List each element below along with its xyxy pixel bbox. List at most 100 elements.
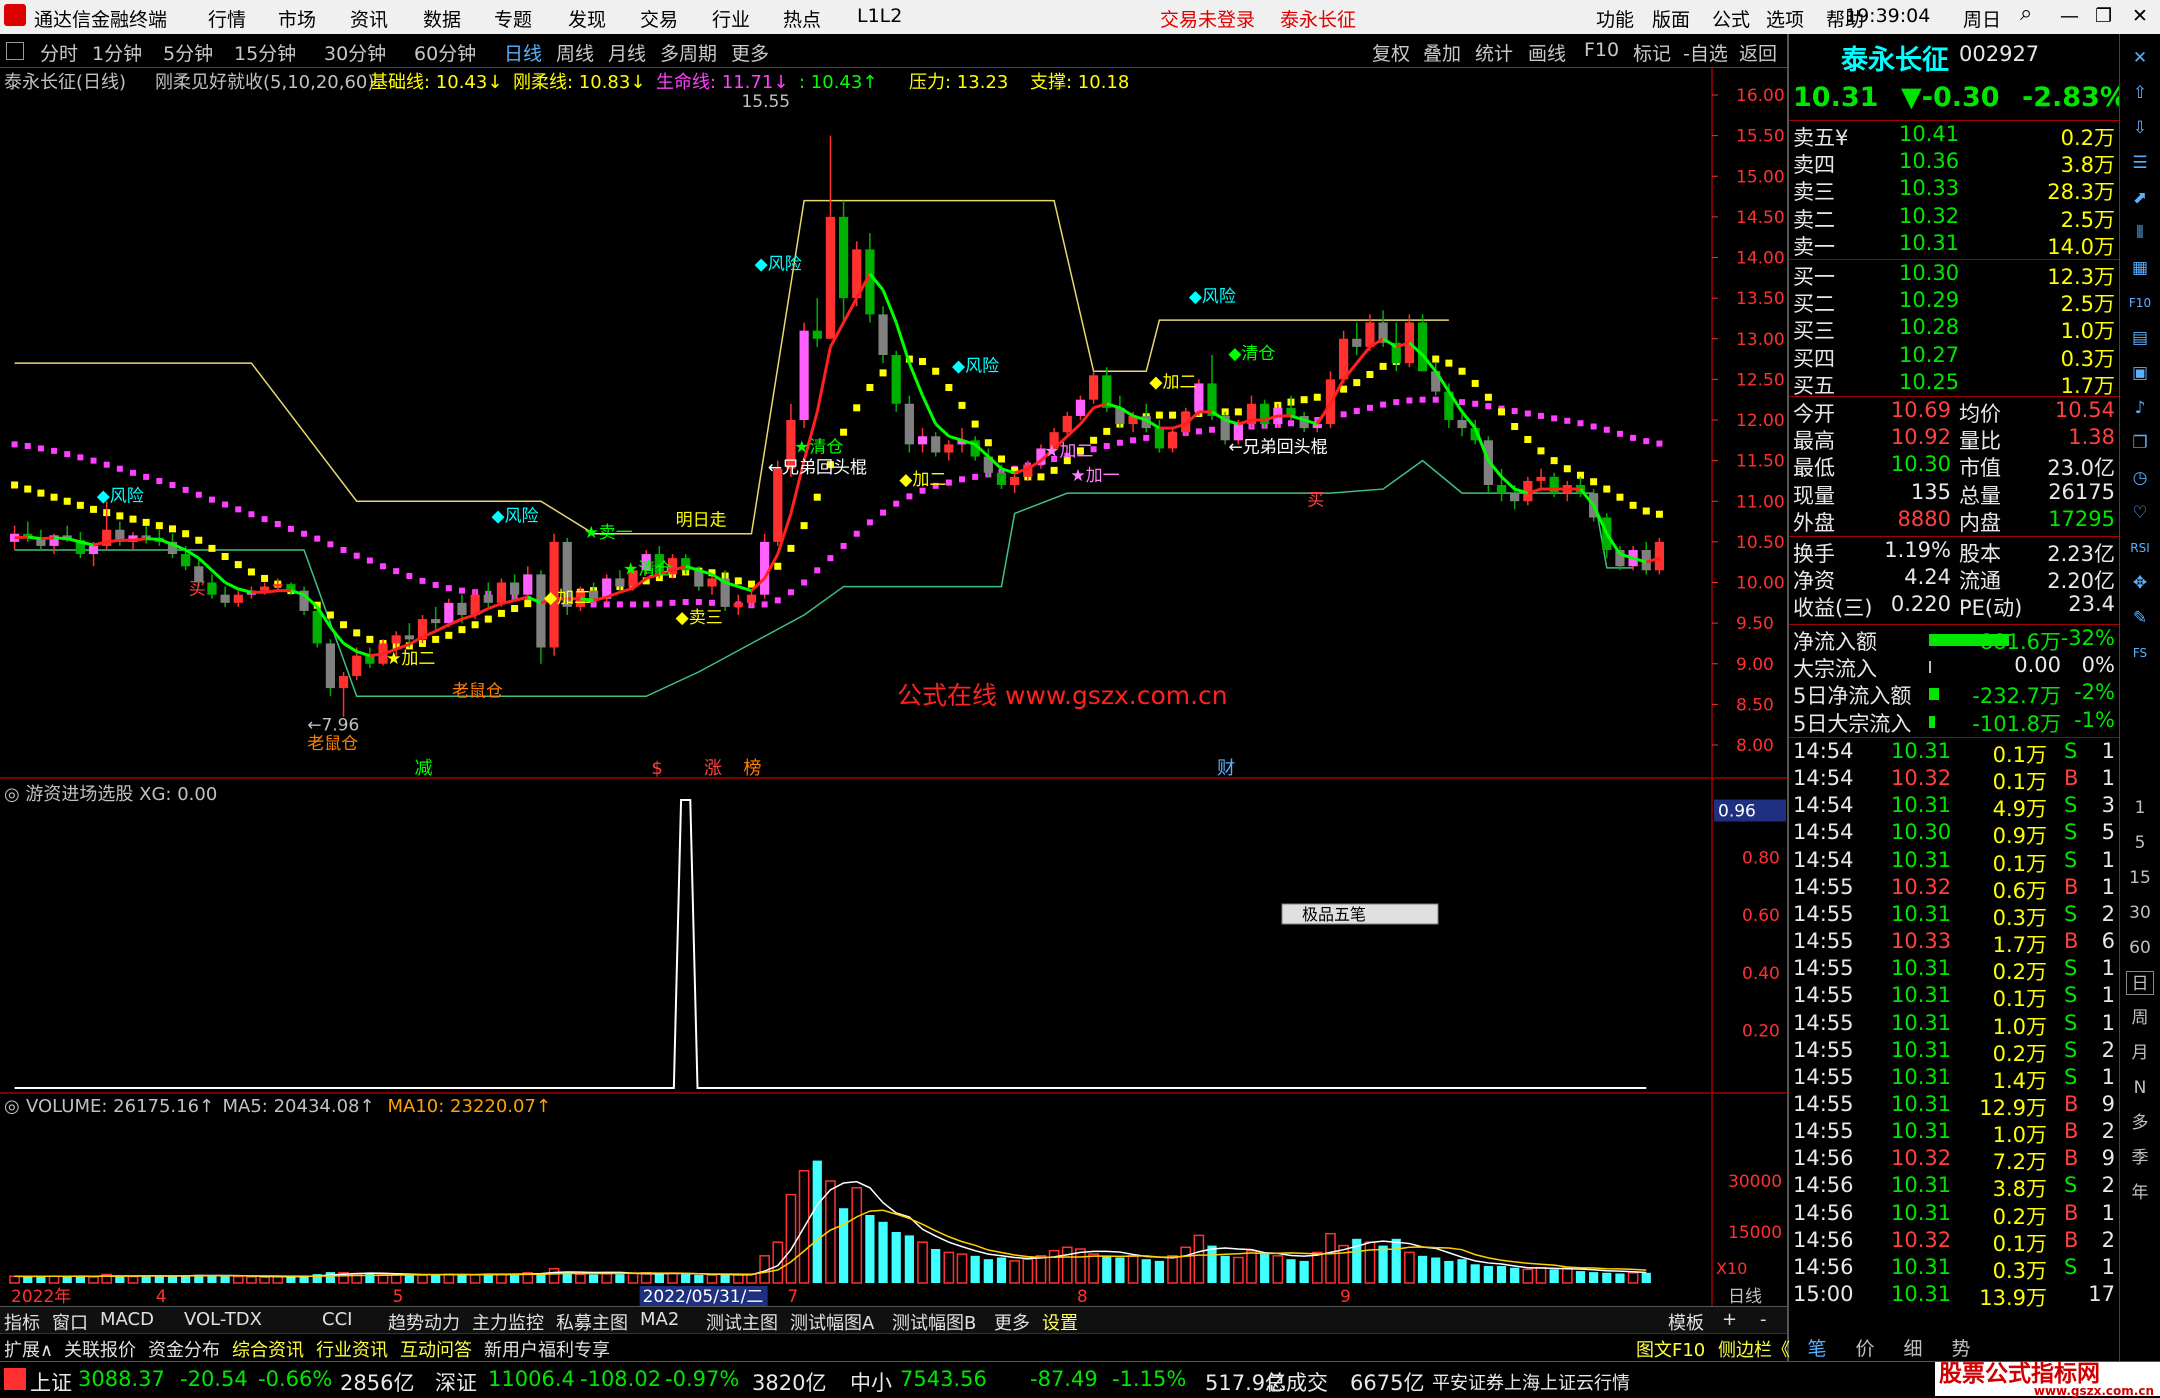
buy-row[interactable]: 买二 10.29 2.5万 — [1789, 288, 2121, 316]
side-period-8[interactable]: N — [2126, 1076, 2154, 1100]
indicator-tab-5[interactable]: 趋势动力 — [388, 1309, 460, 1335]
restore-icon[interactable]: ❐ — [2095, 5, 2112, 27]
info-tab-4[interactable]: 行业资讯 — [316, 1336, 388, 1362]
action-6[interactable]: -自选 — [1683, 39, 1728, 66]
menu-0[interactable]: 行情 — [208, 5, 246, 32]
copy-icon[interactable]: ❐ — [2126, 431, 2154, 455]
event-marker[interactable]: 财 — [1217, 758, 1235, 779]
action-2[interactable]: 统计 — [1475, 39, 1513, 66]
indicator-tab-6[interactable]: 主力监控 — [472, 1309, 544, 1335]
menu-8[interactable]: 热点 — [783, 5, 821, 32]
sz-name[interactable]: 深证 — [435, 1367, 477, 1397]
ime-widget[interactable]: 极品五笔 — [1281, 903, 1439, 925]
menu-5[interactable]: 发现 — [568, 5, 606, 32]
period-tab-8[interactable]: 月线 — [608, 39, 646, 66]
sell-row[interactable]: 卖五¥ 10.41 0.2万 — [1789, 122, 2121, 150]
menu-6[interactable]: 交易 — [640, 5, 678, 32]
buy-row[interactable]: 买四 10.27 0.3万 — [1789, 343, 2121, 371]
login-status[interactable]: 交易未登录 — [1160, 5, 1255, 32]
info-tab-6[interactable]: 新用户福利专享 — [484, 1336, 610, 1362]
zx-name[interactable]: 中小 — [850, 1367, 892, 1397]
buy-row[interactable]: 买一 10.30 12.3万 — [1789, 261, 2121, 289]
indicator-tab-9[interactable]: 测试主图 — [706, 1309, 778, 1335]
sell-row[interactable]: 卖四 10.36 3.8万 — [1789, 149, 2121, 177]
menu-2[interactable]: 资讯 — [350, 5, 388, 32]
pen-icon[interactable]: ✎ — [2126, 606, 2154, 630]
buy-row[interactable]: 买五 10.25 1.7万 — [1789, 370, 2121, 398]
side-period-4[interactable]: 60 — [2126, 936, 2154, 960]
event-marker[interactable]: 减 — [415, 758, 433, 779]
period-tab-3[interactable]: 15分钟 — [234, 39, 296, 66]
bell-icon[interactable]: ♪ — [2126, 396, 2154, 420]
info-tab-3[interactable]: 综合资讯 — [232, 1336, 304, 1362]
event-marker[interactable]: 榜 — [743, 758, 761, 779]
side-period-2[interactable]: 15 — [2126, 866, 2154, 890]
side-period-6[interactable]: 周 — [2126, 1006, 2154, 1030]
chart-icon[interactable]: ⬈ — [2126, 186, 2154, 210]
quote-tab-3[interactable]: 势 — [1939, 1334, 1983, 1360]
indicator-tab-4[interactable]: CCI — [322, 1309, 352, 1330]
info-tab-1[interactable]: 关联报价 — [64, 1336, 136, 1362]
indicator-tab-12[interactable]: 更多 — [994, 1309, 1030, 1335]
side-period-5[interactable]: 日 — [2126, 971, 2154, 995]
search-icon[interactable]: ⌕ — [2020, 1, 2032, 26]
clock-icon[interactable]: ◷ — [2126, 466, 2154, 490]
right-menu-2[interactable]: 公式 — [1712, 5, 1750, 32]
info-right-tab-0[interactable]: 图文F10 — [1636, 1336, 1705, 1362]
period-tab-6[interactable]: 日线 — [504, 39, 542, 66]
indicator-tab-8[interactable]: MA2 — [640, 1309, 679, 1330]
info-tab-5[interactable]: 互动问答 — [400, 1336, 472, 1362]
period-tab-0[interactable]: 分时 — [40, 39, 78, 66]
f10-icon[interactable]: F10 — [2126, 291, 2154, 315]
indicator-tab-2[interactable]: MACD — [100, 1309, 154, 1330]
event-marker[interactable]: $ — [651, 758, 662, 779]
side-period-11[interactable]: 年 — [2126, 1181, 2154, 1205]
move-icon[interactable]: ✥ — [2126, 571, 2154, 595]
action-0[interactable]: 复权 — [1372, 39, 1410, 66]
right-menu-0[interactable]: 功能 — [1596, 5, 1634, 32]
up-icon[interactable]: ⇧ — [2126, 81, 2154, 105]
indicator-tab-11[interactable]: 测试幅图B — [892, 1309, 976, 1335]
side-period-7[interactable]: 月 — [2126, 1041, 2154, 1065]
indicator-tab-7[interactable]: 私募主图 — [556, 1309, 628, 1335]
close-icon[interactable]: ✕ — [2126, 46, 2154, 70]
side-period-3[interactable]: 30 — [2126, 901, 2154, 925]
heart-icon[interactable]: ♡ — [2126, 501, 2154, 525]
toggle-icon[interactable] — [6, 42, 24, 60]
indicator-tab-1[interactable]: 窗口 — [52, 1309, 88, 1335]
menu-9[interactable]: L1L2 — [857, 5, 902, 27]
action-5[interactable]: 标记 — [1633, 39, 1671, 66]
sh-name[interactable]: 上证 — [30, 1367, 72, 1397]
fs-icon[interactable]: FS — [2126, 641, 2154, 665]
side-period-9[interactable]: 多 — [2126, 1111, 2154, 1135]
chart-area[interactable]: 泰永长征(日线) 刚柔见好就收(5,10,20,60)基础线: 10.43↓ 刚柔线… — [0, 68, 1787, 1306]
action-7[interactable]: 返回 — [1739, 39, 1777, 66]
minimize-icon[interactable]: — — [2060, 5, 2079, 27]
side-period-1[interactable]: 5 — [2126, 831, 2154, 855]
template-tab-1[interactable]: + — [1722, 1309, 1737, 1330]
kline-icon[interactable]: ⫴ — [2126, 221, 2154, 245]
list-icon[interactable]: ☰ — [2126, 151, 2154, 175]
side-period-10[interactable]: 季 — [2126, 1146, 2154, 1170]
news-icon[interactable]: ▣ — [2126, 361, 2154, 385]
action-1[interactable]: 叠加 — [1423, 39, 1461, 66]
period-tab-9[interactable]: 多周期 — [660, 39, 717, 66]
buy-row[interactable]: 买三 10.28 1.0万 — [1789, 315, 2121, 343]
indicator-tab-3[interactable]: VOL-TDX — [184, 1309, 262, 1330]
down-icon[interactable]: ⇩ — [2126, 116, 2154, 140]
right-menu-3[interactable]: 选项 — [1766, 5, 1804, 32]
indicator-tab-13[interactable]: 设置 — [1042, 1309, 1078, 1335]
quote-tab-2[interactable]: 细 — [1891, 1334, 1935, 1360]
period-tab-1[interactable]: 1分钟 — [92, 39, 142, 66]
sell-row[interactable]: 卖三 10.33 28.3万 — [1789, 176, 2121, 204]
indicator-tab-10[interactable]: 测试幅图A — [790, 1309, 874, 1335]
quote-tab-0[interactable]: 笔 — [1795, 1334, 1839, 1360]
action-4[interactable]: F10 — [1584, 39, 1619, 61]
info-tab-0[interactable]: 扩展∧ — [4, 1336, 53, 1362]
info-tab-2[interactable]: 资金分布 — [148, 1336, 220, 1362]
menu-1[interactable]: 市场 — [278, 5, 316, 32]
rsi-icon[interactable]: RSI — [2126, 536, 2154, 560]
period-tab-2[interactable]: 5分钟 — [163, 39, 213, 66]
sell-row[interactable]: 卖一 10.31 14.0万 — [1789, 231, 2121, 259]
indicator-tab-0[interactable]: 指标 — [4, 1309, 40, 1335]
